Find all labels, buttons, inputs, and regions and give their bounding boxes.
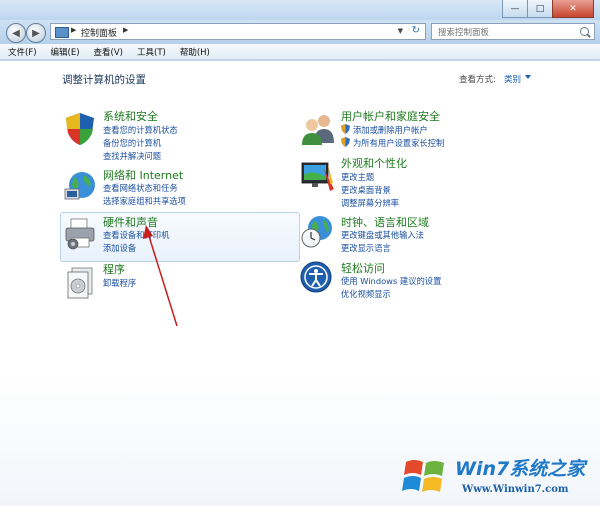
link-change-desktop-background[interactable]: 更改桌面背景 bbox=[341, 184, 391, 196]
clock-globe-icon[interactable] bbox=[300, 213, 336, 249]
view-by-dropdown[interactable]: 类别 bbox=[504, 73, 521, 85]
address-dropdown-icon[interactable]: ▼ bbox=[398, 27, 403, 35]
link-troubleshoot[interactable]: 查找并解决问题 bbox=[103, 150, 161, 162]
link-homegroup-sharing[interactable]: 选择家庭组和共享选项 bbox=[103, 195, 186, 207]
refresh-icon[interactable]: ↻ bbox=[412, 25, 420, 36]
menu-bar: 文件(F) 编辑(E) 查看(V) 工具(T) 帮助(H) bbox=[0, 44, 600, 60]
watermark-url: Www.Winwin7.com bbox=[462, 484, 569, 495]
link-adjust-resolution[interactable]: 调整屏幕分辨率 bbox=[341, 197, 399, 209]
network-globe-icon[interactable] bbox=[62, 169, 98, 205]
back-button[interactable]: ◀ bbox=[6, 23, 26, 43]
category-programs[interactable]: 程序 bbox=[103, 261, 125, 277]
maximize-button[interactable]: □ bbox=[527, 0, 553, 18]
uac-shield-icon bbox=[341, 124, 350, 134]
link-network-status[interactable]: 查看网络状态和任务 bbox=[103, 182, 178, 194]
link-change-display-language[interactable]: 更改显示语言 bbox=[341, 242, 391, 254]
close-button[interactable]: ✕ bbox=[552, 0, 594, 18]
users-icon[interactable] bbox=[300, 111, 336, 147]
menu-help[interactable]: 帮助(H) bbox=[180, 46, 210, 58]
category-system-security[interactable]: 系统和安全 bbox=[103, 108, 158, 124]
windows-logo-icon bbox=[402, 460, 444, 492]
search-box[interactable] bbox=[431, 23, 595, 40]
menu-tools[interactable]: 工具(T) bbox=[137, 46, 166, 58]
shield-icon[interactable] bbox=[62, 111, 98, 147]
search-input[interactable] bbox=[436, 25, 580, 40]
back-arrow-icon: ◀ bbox=[12, 27, 20, 39]
category-appearance[interactable]: 外观和个性化 bbox=[341, 155, 407, 171]
content-area: 调整计算机的设置 查看方式: 类别 系统和安全 查看您的计算机状态 备份您的计算… bbox=[0, 61, 600, 506]
menu-edit[interactable]: 编辑(E) bbox=[51, 46, 80, 58]
address-segment-control-panel[interactable]: 控制面板 bbox=[81, 26, 117, 39]
page-title: 调整计算机的设置 bbox=[62, 74, 146, 86]
control-panel-icon bbox=[55, 27, 69, 38]
navigation-bar: ◀ ▶ ▶ 控制面板 ▶ ▼ ↻ bbox=[0, 20, 600, 44]
printer-icon[interactable] bbox=[62, 216, 98, 252]
window-controls: — □ ✕ bbox=[502, 0, 594, 18]
address-bar[interactable]: ▶ 控制面板 ▶ ▼ ↻ bbox=[50, 23, 426, 40]
link-add-remove-accounts[interactable]: 添加或删除用户帐户 bbox=[353, 124, 428, 136]
link-parental-controls[interactable]: 为所有用户设置家长控制 bbox=[353, 137, 444, 149]
category-user-accounts[interactable]: 用户帐户和家庭安全 bbox=[341, 108, 440, 124]
control-panel-window: — □ ✕ ◀ ▶ ▶ 控制面板 ▶ ▼ ↻ 文件(F) 编辑(E) 查看(V)… bbox=[0, 0, 600, 506]
category-ease-of-access[interactable]: 轻松访问 bbox=[341, 260, 385, 276]
forward-button[interactable]: ▶ bbox=[26, 23, 46, 43]
dropdown-arrow-icon[interactable] bbox=[525, 75, 531, 79]
menu-file[interactable]: 文件(F) bbox=[8, 46, 37, 58]
forward-arrow-icon: ▶ bbox=[32, 27, 40, 39]
search-icon[interactable] bbox=[580, 27, 589, 36]
link-change-keyboard[interactable]: 更改键盘或其他输入法 bbox=[341, 229, 424, 241]
uac-shield-icon bbox=[341, 137, 350, 147]
link-uninstall-program[interactable]: 卸载程序 bbox=[103, 277, 136, 289]
link-change-theme[interactable]: 更改主题 bbox=[341, 171, 374, 183]
link-devices-printers[interactable]: 查看设备和打印机 bbox=[103, 229, 169, 241]
link-add-device[interactable]: 添加设备 bbox=[103, 242, 136, 254]
ease-of-access-icon[interactable] bbox=[300, 261, 332, 293]
menu-view[interactable]: 查看(V) bbox=[94, 46, 123, 58]
link-windows-recommended-settings[interactable]: 使用 Windows 建议的设置 bbox=[341, 275, 441, 287]
watermark-title: Win7系统之家 bbox=[455, 458, 586, 480]
category-network-internet[interactable]: 网络和 Internet bbox=[103, 167, 183, 183]
category-clock-language-region[interactable]: 时钟、语言和区域 bbox=[341, 214, 429, 230]
link-view-computer-status[interactable]: 查看您的计算机状态 bbox=[103, 124, 178, 136]
view-by-label: 查看方式: bbox=[459, 75, 496, 85]
address-separator[interactable]: ▶ bbox=[71, 26, 76, 34]
link-backup-computer[interactable]: 备份您的计算机 bbox=[103, 137, 161, 149]
link-optimize-visual-display[interactable]: 优化视频显示 bbox=[341, 288, 391, 300]
programs-icon[interactable] bbox=[62, 264, 98, 300]
appearance-monitor-icon[interactable] bbox=[300, 159, 336, 195]
watermark: Win7系统之家 Www.Winwin7.com bbox=[400, 448, 596, 504]
minimize-button[interactable]: — bbox=[502, 0, 528, 18]
category-hardware-sound[interactable]: 硬件和声音 bbox=[103, 214, 158, 230]
address-separator[interactable]: ▶ bbox=[123, 26, 128, 34]
title-bar[interactable]: — □ ✕ bbox=[0, 0, 600, 20]
